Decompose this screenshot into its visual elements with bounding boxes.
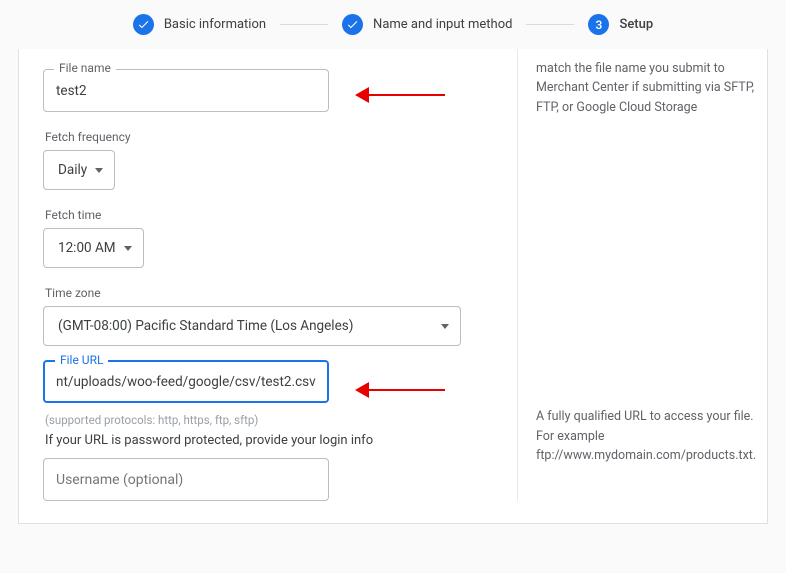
form-card: File name Fetch frequency Daily Fetch ti… [18, 49, 768, 524]
step-label: Name and input method [373, 17, 512, 32]
fileurl-row: File URL [43, 360, 497, 403]
file-url-input[interactable] [45, 362, 327, 401]
auth-instruction: If your URL is password protected, provi… [45, 433, 497, 448]
spacer [536, 117, 756, 407]
filename-label: File name [54, 61, 116, 75]
step-setup[interactable]: 3 Setup [588, 14, 653, 35]
form-right-column: match the file name you submit to Mercha… [517, 49, 778, 501]
fetch-time-select[interactable]: 12:00 AM [43, 228, 144, 268]
step-name-and-input[interactable]: Name and input method [342, 14, 512, 35]
fetch-frequency-select[interactable]: Daily [43, 150, 115, 190]
timezone-label: Time zone [45, 286, 497, 300]
username-field[interactable] [43, 458, 329, 501]
form-left-column: File name Fetch frequency Daily Fetch ti… [19, 49, 517, 501]
fetch-time-value: 12:00 AM [58, 240, 116, 256]
filename-field[interactable]: File name [43, 69, 329, 112]
step-connector [526, 24, 574, 25]
chevron-down-icon [95, 168, 103, 173]
step-connector [280, 24, 328, 25]
file-url-help-text: A fully qualified URL to access your fil… [536, 407, 756, 465]
protocols-helper: (supported protocols: http, https, ftp, … [45, 413, 497, 427]
chevron-down-icon [441, 324, 449, 329]
filename-input[interactable] [44, 70, 328, 111]
file-url-field[interactable]: File URL [43, 360, 329, 403]
step-number-icon: 3 [588, 14, 609, 35]
check-icon [342, 14, 363, 35]
fetch-time-label: Fetch time [45, 208, 497, 222]
filename-help-text: match the file name you submit to Mercha… [536, 59, 756, 117]
step-label: Setup [619, 17, 653, 32]
fetch-frequency-value: Daily [58, 162, 87, 178]
username-input[interactable] [44, 459, 328, 500]
stepper: Basic information Name and input method … [0, 0, 786, 49]
file-url-label: File URL [55, 353, 108, 367]
arrow-annotation-icon [355, 87, 445, 103]
check-icon [133, 14, 154, 35]
arrow-annotation-icon [355, 382, 445, 398]
fetch-frequency-label: Fetch frequency [45, 130, 497, 144]
filename-row: File name [43, 69, 497, 112]
step-label: Basic information [164, 17, 266, 32]
chevron-down-icon [124, 246, 132, 251]
timezone-value: (GMT-08:00) Pacific Standard Time (Los A… [58, 318, 353, 334]
step-basic-information[interactable]: Basic information [133, 14, 266, 35]
timezone-select[interactable]: (GMT-08:00) Pacific Standard Time (Los A… [43, 306, 461, 346]
